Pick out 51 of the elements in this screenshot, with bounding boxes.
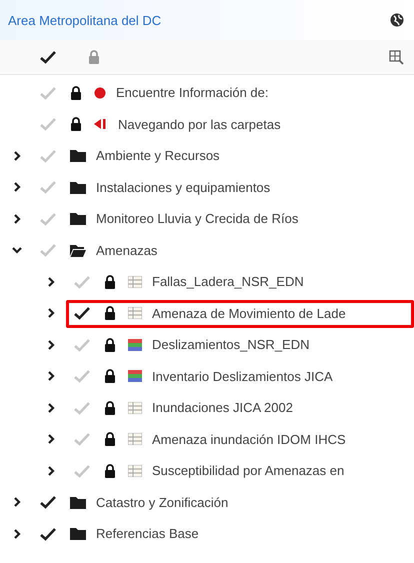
layer-name[interactable]: Monitoreo Lluvia y Crecida de Ríos [96, 211, 298, 226]
layer-name[interactable]: Ambiente y Recursos [96, 148, 220, 164]
folder-icon [70, 180, 86, 194]
grid-icon [128, 464, 142, 477]
layer-name[interactable]: Fallas_Ladera_NSR_EDN [152, 274, 304, 290]
chevron-icon[interactable] [12, 245, 22, 256]
folder-icon [70, 212, 86, 226]
chevron-icon[interactable] [46, 434, 56, 444]
grid-icon [128, 433, 142, 446]
chevron-icon[interactable] [46, 276, 56, 287]
chevron-icon[interactable] [46, 340, 56, 350]
chevron-icon[interactable] [12, 528, 22, 539]
open-folder-icon [70, 244, 86, 257]
layer-name[interactable]: Susceptibilidad por Amenazas en [152, 463, 344, 478]
panel-title: Area Metropolitana del DC [8, 12, 162, 28]
globe-icon[interactable] [390, 13, 404, 27]
grid-icon [128, 338, 142, 351]
chevron-icon[interactable] [12, 182, 22, 192]
layer-name[interactable]: Inventario Deslizamientos JICA [152, 368, 333, 384]
chevron-icon[interactable] [12, 150, 22, 161]
layer-name[interactable]: Referencias Base [96, 526, 199, 542]
folder-icon [70, 496, 86, 509]
chevron-icon[interactable] [46, 371, 56, 382]
chevron-icon[interactable] [12, 214, 22, 224]
zoom-grid-icon[interactable] [389, 50, 404, 64]
chevron-icon[interactable] [46, 402, 56, 413]
folder-icon [70, 149, 86, 162]
layer-name[interactable]: Encuentre Información de: [116, 85, 268, 100]
checkmark-icon[interactable] [40, 526, 56, 541]
grid-icon [128, 307, 142, 320]
chevron-icon[interactable] [12, 497, 22, 508]
flag-icon [94, 118, 108, 130]
layer-name[interactable]: Inundaciones JICA 2002 [152, 400, 293, 416]
layer-name[interactable]: Catastro y Zonificación [96, 494, 228, 510]
status-dot-icon [94, 86, 106, 99]
grid-icon [128, 276, 142, 288]
grid-icon [128, 402, 142, 414]
checkmark-icon[interactable] [74, 306, 90, 320]
layer-name[interactable]: Amenaza de Movimiento de Lade [152, 306, 346, 321]
chevron-icon[interactable] [46, 466, 56, 476]
folder-icon [70, 527, 86, 540]
layer-name[interactable]: Deslizamientos_NSR_EDN [152, 337, 310, 352]
checkmark-icon[interactable] [40, 495, 56, 510]
lock-icon[interactable] [88, 50, 100, 64]
layer-name[interactable]: Amenaza inundación IDOM IHCS [152, 432, 346, 447]
layer-name[interactable]: Navegando por las carpetas [118, 116, 281, 132]
chevron-icon[interactable] [46, 308, 56, 318]
checkmark-icon[interactable] [40, 50, 56, 64]
layer-name[interactable]: Instalaciones y equipamientos [96, 180, 270, 195]
grid-icon [128, 370, 142, 382]
layer-name[interactable]: Amenazas [96, 242, 158, 258]
